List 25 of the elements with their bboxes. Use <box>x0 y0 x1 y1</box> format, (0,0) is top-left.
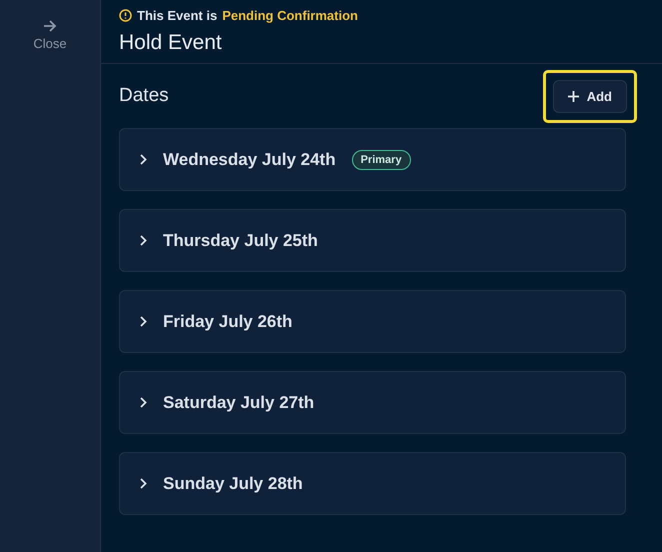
warning-icon <box>119 9 132 22</box>
chevron-icon <box>140 316 147 327</box>
date-label: Sunday July 28th <box>163 474 303 494</box>
date-label: Friday July 26th <box>163 312 292 332</box>
date-label: Thursday July 25th <box>163 230 318 250</box>
add-button[interactable]: Add <box>552 80 627 112</box>
date-row[interactable]: Thursday July 25th <box>119 209 626 272</box>
status-text: This Event is <box>137 8 218 23</box>
date-row[interactable]: Sunday July 28th <box>119 452 626 515</box>
chevron-icon <box>140 397 147 408</box>
plus-icon <box>568 90 579 102</box>
date-row[interactable]: Saturday July 27th <box>119 371 626 434</box>
chevron-icon <box>140 154 147 165</box>
date-row[interactable]: Friday July 26th <box>119 290 626 353</box>
chevron-icon <box>140 478 147 489</box>
section-title: Dates <box>119 85 169 107</box>
chevron-icon <box>140 235 147 246</box>
date-label: Saturday July 27th <box>163 392 314 412</box>
primary-badge: Primary <box>352 150 411 170</box>
arrow-right-icon <box>43 20 57 32</box>
status-value: Pending Confirmation <box>222 8 358 23</box>
date-label: Wednesday July 24th <box>163 150 336 170</box>
page-title: Hold Event <box>119 31 223 55</box>
close-button[interactable]: Close <box>33 20 67 51</box>
date-row[interactable]: Wednesday July 24th Primary <box>119 128 626 191</box>
